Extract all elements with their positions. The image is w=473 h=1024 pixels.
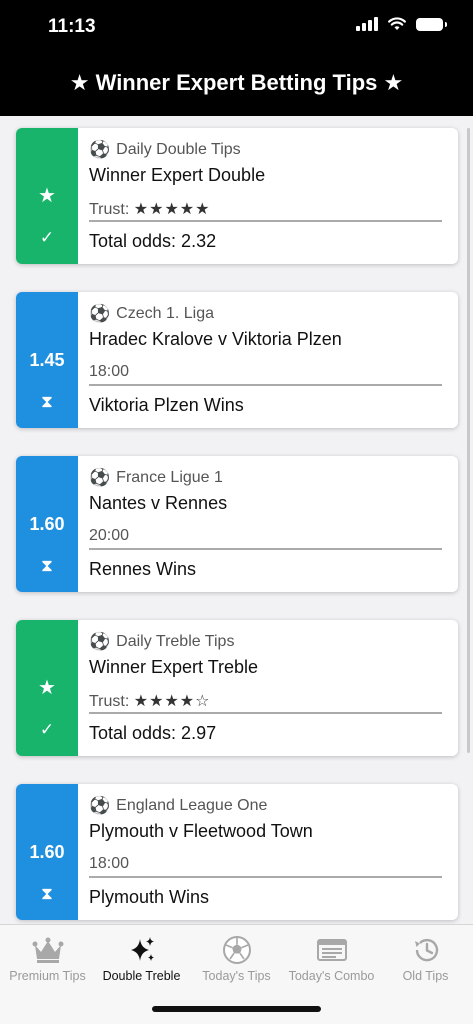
divider <box>89 384 442 386</box>
tip-card[interactable]: ★ ✓ ⚽ Daily Double Tips Winner Expert Dou… <box>16 128 458 264</box>
checkmark-icon: ✓ <box>39 228 55 247</box>
star-icon: ★ <box>38 677 56 699</box>
scrollbar[interactable] <box>467 128 470 753</box>
soccer-ball-icon: ⚽ <box>89 796 111 815</box>
sparkles-icon <box>94 933 189 967</box>
tab-premium-tips[interactable]: Premium Tips <box>0 933 95 983</box>
tip-result: Plymouth Wins <box>89 887 210 907</box>
trust-rating: Trust: ★★★★☆ <box>89 693 211 710</box>
divider <box>89 548 442 550</box>
tip-result: Rennes Wins <box>89 559 197 579</box>
divider <box>89 220 442 222</box>
tab-label: Old Tips <box>402 969 449 983</box>
league-name: ⚽ France Ligue 1 <box>89 468 223 487</box>
tip-result: Viktoria Plzen Wins <box>89 395 244 415</box>
tab-todays-tips[interactable]: Today's Tips <box>189 933 284 983</box>
match-time: 18:00 <box>89 855 130 872</box>
battery-icon <box>416 17 447 31</box>
tab-old-tips[interactable]: Old Tips <box>378 933 473 983</box>
match-time: 20:00 <box>89 527 130 544</box>
odds-value: 1.60 <box>29 514 65 534</box>
soccer-ball-icon: ⚽ <box>89 304 111 323</box>
tab-label: Premium Tips <box>9 969 86 983</box>
soccer-ball-icon: ⚽ <box>89 468 111 487</box>
header-bar: 11:13 ★ Winner Expert Betting Tips ★ <box>0 0 473 116</box>
rating-stars-icon: ★★★★★ <box>133 201 211 218</box>
ticket-icon <box>284 933 379 967</box>
card-side-badge: 1.45 ⧗ <box>16 292 78 428</box>
match-title: Hradec Kralove v Viktoria Plzen <box>89 329 342 349</box>
page-title: ★ Winner Expert Betting Tips ★ <box>69 70 404 95</box>
rating-stars-icon: ★★★★☆ <box>133 693 211 710</box>
match-title: Winner Expert Double <box>89 165 266 185</box>
home-indicator[interactable] <box>152 1006 321 1012</box>
league-name: ⚽ England League One <box>89 796 268 815</box>
tips-list[interactable]: ★ ✓ ⚽ Daily Double Tips Winner Expert Dou… <box>0 116 473 924</box>
tab-todays-combo[interactable]: Today's Combo <box>284 933 379 983</box>
tip-card[interactable]: ★ ✓ ⚽ Daily Treble Tips Winner Expert Tre… <box>16 620 458 756</box>
tab-label: Double Treble <box>102 969 181 983</box>
match-title: Plymouth v Fleetwood Town <box>89 821 313 841</box>
hourglass-icon: ⧗ <box>41 392 53 411</box>
tip-card[interactable]: 1.60 ⧗ ⚽ England League One Plymouth v Fl… <box>16 784 458 920</box>
tip-card[interactable]: 1.45 ⧗ ⚽ Czech 1. Liga Hradec Kralove v V… <box>16 292 458 428</box>
divider <box>89 876 442 878</box>
checkmark-icon: ✓ <box>39 720 55 739</box>
tab-label: Today's Tips <box>202 969 271 983</box>
match-title: Winner Expert Treble <box>89 657 259 677</box>
hourglass-icon: ⧗ <box>41 556 53 575</box>
card-side-badge: ★ ✓ <box>16 128 78 264</box>
tab-label: Today's Combo <box>288 969 375 983</box>
soccer-ball-icon: ⚽ <box>89 632 111 651</box>
card-side-badge: 1.60 ⧗ <box>16 456 78 592</box>
hourglass-icon: ⧗ <box>41 884 53 903</box>
match-title: Nantes v Rennes <box>89 493 228 513</box>
tab-double-treble[interactable]: Double Treble <box>94 933 189 983</box>
league-name: ⚽ Daily Double Tips <box>89 140 241 159</box>
wifi-icon <box>388 17 406 30</box>
soccer-ball-icon: ⚽ <box>89 140 111 159</box>
tip-result: Total odds: 2.97 <box>89 723 217 743</box>
status-icons <box>356 17 447 31</box>
crown-icon <box>0 933 95 967</box>
tip-card[interactable]: 1.60 ⧗ ⚽ France Ligue 1 Nantes v Rennes 2… <box>16 456 458 592</box>
soccer-ball-icon <box>189 933 284 967</box>
status-time: 11:13 <box>48 16 96 37</box>
card-side-badge: 1.60 ⧗ <box>16 784 78 920</box>
odds-value: 1.60 <box>29 842 65 862</box>
odds-value: 1.45 <box>29 350 65 370</box>
trust-rating: Trust: ★★★★★ <box>89 201 211 218</box>
card-side-badge: ★ ✓ <box>16 620 78 756</box>
star-icon: ★ <box>38 185 56 207</box>
divider <box>89 712 442 714</box>
cellular-signal-icon <box>356 17 378 31</box>
league-name: ⚽ Daily Treble Tips <box>89 632 235 651</box>
history-clock-icon <box>378 933 473 967</box>
match-time: 18:00 <box>89 363 130 380</box>
league-name: ⚽ Czech 1. Liga <box>89 304 215 323</box>
tip-result: Total odds: 2.32 <box>89 231 217 251</box>
